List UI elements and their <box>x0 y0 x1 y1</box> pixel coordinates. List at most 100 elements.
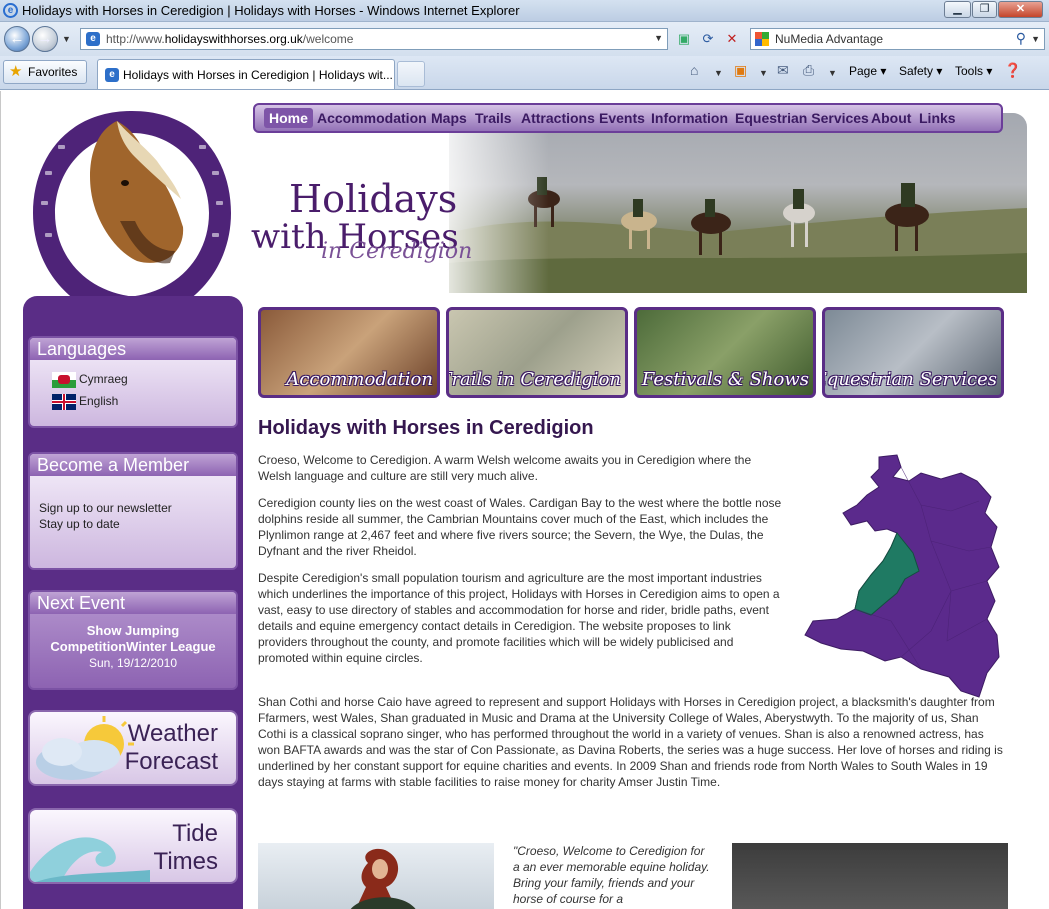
active-tab[interactable]: e Holidays with Horses in Ceredigion | H… <box>97 59 395 89</box>
wales-map[interactable] <box>801 451 1006 701</box>
tab-row: ★ Favorites e Holidays with Horses in Ce… <box>0 56 1049 90</box>
tile-trails-label: Trails in Ceredigion <box>446 369 621 390</box>
tide-label-line1: Tide <box>172 820 218 847</box>
stay-up-to-date-text: Stay up to date <box>39 517 120 531</box>
horseshoe-horse-logo[interactable] <box>25 101 239 323</box>
event-name-line1[interactable]: Show Jumping <box>30 623 236 639</box>
tile-equestrian-label: Equestrian Services <box>822 369 997 390</box>
nav-information[interactable]: Information <box>651 110 728 126</box>
intro-paragraph: Croeso, Welcome to Ceredigion. A warm We… <box>258 453 752 483</box>
event-name-line2[interactable]: CompetitionWinter League <box>30 639 236 655</box>
language-label-english: English <box>79 394 119 409</box>
language-item-cymraeg[interactable]: Cymraeg <box>52 372 128 388</box>
home-icon[interactable]: ⌂ <box>690 62 698 78</box>
mail-icon[interactable]: ✉ <box>777 62 789 79</box>
languages-heading: Languages <box>30 338 236 360</box>
nav-events[interactable]: Events <box>599 110 645 126</box>
web-page: Languages Cymraeg English Become a Membe… <box>0 91 1049 909</box>
feeds-dropdown-icon[interactable]: ▼ <box>759 68 768 78</box>
safety-menu[interactable]: Safety ▾ <box>899 64 942 78</box>
tools-menu[interactable]: Tools ▾ <box>955 64 992 78</box>
favorites-label: Favorites <box>28 65 78 79</box>
video-panel[interactable] <box>732 843 1008 909</box>
print-icon[interactable]: ⎙ <box>803 62 814 79</box>
page-title: Holidays with Horses in Ceredigion <box>258 417 594 439</box>
tile-accommodation-label: Accommodation <box>286 369 433 390</box>
newsletter-signup-link[interactable]: Sign up to our newsletter <box>39 500 227 516</box>
search-provider-icon <box>755 32 769 46</box>
compatibility-icon[interactable]: ▣ <box>674 29 694 49</box>
page-icon: e <box>86 32 100 46</box>
url-domain: holidayswithhorses.org.uk <box>164 32 303 46</box>
tile-trails[interactable]: Trails in Ceredigion <box>446 307 628 398</box>
wales-flag-icon <box>52 372 76 388</box>
brand-title-holidays: Holidays <box>289 177 458 221</box>
address-bar[interactable]: e http://www.holidayswithhorses.org.uk/w… <box>80 28 668 50</box>
home-dropdown-icon[interactable]: ▼ <box>714 68 723 78</box>
next-event-heading: Next Event <box>30 592 236 614</box>
nav-trails[interactable]: Trails <box>475 110 512 126</box>
weather-forecast-button[interactable]: Weather Forecast <box>28 710 238 786</box>
shan-cothi-paragraph: Shan Cothi and horse Caio have agreed to… <box>258 695 1003 789</box>
tile-festivals-label: Festivals & Shows <box>641 369 809 390</box>
weather-label-line2: Forecast <box>124 748 218 775</box>
stop-icon[interactable]: ✕ <box>722 29 742 49</box>
tab-title: Holidays with Horses in Ceredigion | Hol… <box>123 68 393 82</box>
minimize-button[interactable]: ▁ <box>944 1 971 18</box>
member-heading: Become a Member <box>30 454 236 476</box>
history-dropdown-icon[interactable]: ▼ <box>62 34 71 44</box>
close-button[interactable]: ✕ <box>998 1 1043 18</box>
nav-attractions[interactable]: Attractions <box>521 110 595 126</box>
favorites-star-icon: ★ <box>9 63 23 80</box>
weather-label-line1: Weather <box>127 720 218 747</box>
tile-equestrian-services[interactable]: Equestrian Services <box>822 307 1004 398</box>
search-icon[interactable]: ⚲ <box>1016 30 1026 47</box>
address-dropdown-icon[interactable]: ▼ <box>654 33 663 43</box>
sidebar: Languages Cymraeg English Become a Membe… <box>23 296 243 909</box>
event-date: Sun, 19/12/2010 <box>88 656 178 670</box>
print-dropdown-icon[interactable]: ▼ <box>828 68 837 78</box>
help-icon[interactable]: ❓ <box>1004 62 1021 79</box>
languages-box: Languages Cymraeg English <box>28 336 238 428</box>
feeds-icon[interactable]: ▣ <box>734 62 747 79</box>
project-paragraph: Despite Ceredigion's small population to… <box>258 571 780 665</box>
window-title: Holidays with Horses in Ceredigion | Hol… <box>22 3 520 18</box>
nav-maps[interactable]: Maps <box>431 110 467 126</box>
wave-icon <box>30 837 150 882</box>
favorites-button[interactable]: ★ Favorites <box>3 60 87 84</box>
url-path: /welcome <box>302 32 354 46</box>
brand-subtitle: in Ceredigion <box>321 239 473 264</box>
tab-page-icon: e <box>105 68 119 82</box>
county-paragraph: Ceredigion county lies on the west coast… <box>258 496 782 558</box>
back-button[interactable]: ← <box>4 26 30 52</box>
search-provider-name: NuMedia Advantage <box>775 32 884 46</box>
search-options-dropdown-icon[interactable]: ▼ <box>1031 34 1040 44</box>
tide-label-line2: Times <box>153 848 218 875</box>
search-box[interactable]: NuMedia Advantage ⚲ ▼ <box>750 28 1045 50</box>
tile-accommodation[interactable]: Accommodation <box>258 307 440 398</box>
nav-links[interactable]: Links <box>919 110 956 126</box>
nav-about[interactable]: About <box>871 110 911 126</box>
nav-accommodation[interactable]: Accommodation <box>317 110 427 126</box>
tide-times-button[interactable]: Tide Times <box>28 808 238 884</box>
main-nav: Home Accommodation Maps Trails Attractio… <box>253 103 1003 133</box>
next-event-box[interactable]: Next Event Show Jumping CompetitionWinte… <box>28 590 238 690</box>
url-prefix: http://www. <box>106 32 165 46</box>
language-item-english[interactable]: English <box>52 394 118 410</box>
tile-festivals-shows[interactable]: Festivals & Shows <box>634 307 816 398</box>
nav-equestrian-services[interactable]: Equestrian Services <box>735 110 869 126</box>
address-row: ← → ▼ e http://www.holidayswithhorses.or… <box>0 22 1049 56</box>
shan-cothi-photo <box>258 843 494 909</box>
header-banner: Holidays with Horses in Ceredigion <box>249 113 1027 293</box>
ie-logo-icon: e <box>3 3 18 18</box>
refresh-icon[interactable]: ⟳ <box>698 29 718 49</box>
feature-tiles: Accommodation Trails in Ceredigion Festi… <box>258 307 1008 399</box>
member-box[interactable]: Become a Member Sign up to our newslette… <box>28 452 238 570</box>
maximize-button[interactable]: ❐ <box>972 1 997 18</box>
browser-chrome: e Holidays with Horses in Ceredigion | H… <box>0 0 1049 90</box>
new-tab-button[interactable] <box>397 61 425 87</box>
welcome-quote: "Croeso, Welcome to Ceredigion for a an … <box>513 844 710 906</box>
forward-button[interactable]: → <box>32 26 58 52</box>
page-menu[interactable]: Page ▾ <box>849 64 886 78</box>
nav-home[interactable]: Home <box>264 108 313 128</box>
